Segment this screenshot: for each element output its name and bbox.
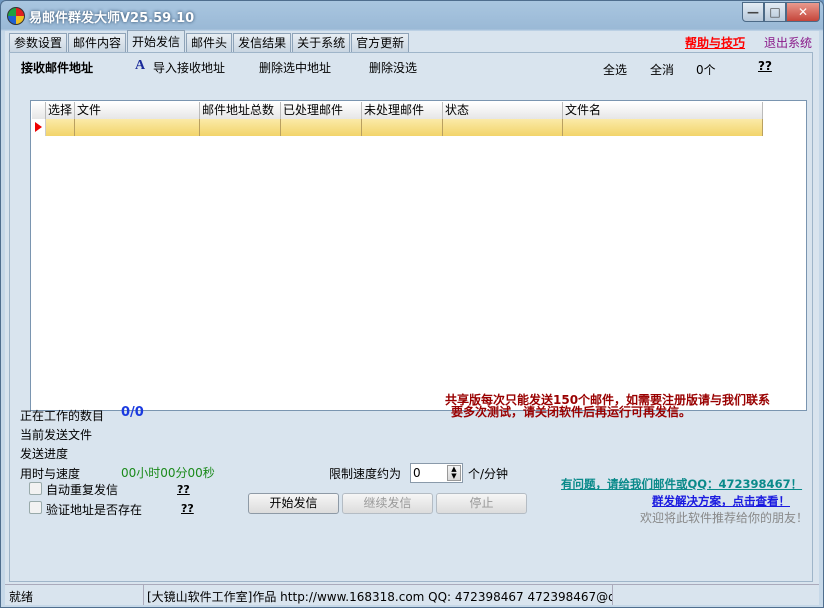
tab-settings[interactable]: 参数设置 <box>9 33 68 52</box>
solution-link[interactable]: 群发解决方案，点击查看！ <box>652 493 790 509</box>
status-info: [大镜山软件工作室]作品 http://www.168318.com QQ: 4… <box>147 590 612 604</box>
current-file-label: 当前发送文件 <box>20 428 93 442</box>
table-cell[interactable] <box>200 119 281 136</box>
close-button[interactable]: ✕ <box>786 2 820 22</box>
deselect-all-button[interactable]: 全消 <box>650 61 674 78</box>
column-header[interactable]: 文件名 <box>563 102 763 119</box>
maximize-button[interactable]: □ <box>764 2 786 22</box>
select-all-button[interactable]: 全选 <box>603 61 627 78</box>
table-row[interactable] <box>32 119 763 136</box>
tab-send-results[interactable]: 发信结果 <box>233 33 292 52</box>
column-header[interactable]: 状态 <box>443 102 563 119</box>
column-header[interactable]: 未处理邮件 <box>362 102 443 119</box>
delete-selected-button[interactable]: 删除选中地址 <box>259 59 331 76</box>
window-title: 易邮件群发大师V25.59.10 <box>29 11 195 26</box>
current-row-indicator-icon <box>32 119 46 136</box>
speed-limit-value: 0 <box>413 466 421 480</box>
recipients-label: 接收邮件地址 <box>21 61 94 75</box>
import-icon: A <box>135 58 146 73</box>
selected-count: 0个 <box>696 63 716 77</box>
main-window: 易邮件群发大师V25.59.10 — □ ✕ 参数设置 邮件内容 开始发信 邮件… <box>0 0 824 608</box>
import-button[interactable]: 导入接收地址 <box>153 59 225 76</box>
verify-address-checkbox[interactable] <box>29 501 42 514</box>
client-area: 参数设置 邮件内容 开始发信 邮件头 发信结果 关于系统 官方更新 帮助与技巧 … <box>5 30 819 605</box>
tab-updates[interactable]: 官方更新 <box>351 33 410 52</box>
column-header[interactable]: 文件 <box>75 102 200 119</box>
verify-address-help-link[interactable]: ?? <box>181 502 194 515</box>
status-bar: 就绪 [大镜山软件工作室]作品 http://www.168318.com QQ… <box>5 584 819 605</box>
working-count-label: 正在工作的数目 <box>20 409 105 423</box>
tab-mail-header[interactable]: 邮件头 <box>186 33 233 52</box>
tab-bar: 参数设置 邮件内容 开始发信 邮件头 发信结果 关于系统 官方更新 <box>9 30 410 52</box>
verify-address-label[interactable]: 验证地址是否存在 <box>46 501 142 518</box>
column-header[interactable]: 邮件地址总数 <box>200 102 281 119</box>
auto-repeat-help-link[interactable]: ?? <box>177 483 190 496</box>
auto-repeat-checkbox[interactable] <box>29 482 42 495</box>
elapsed-time-value: 00小时00分00秒 <box>121 466 215 480</box>
spinner-arrows-icon[interactable]: ▲ ▼ <box>447 465 461 481</box>
column-header[interactable]: 已处理邮件 <box>281 102 362 119</box>
toolbar-help-link[interactable]: ?? <box>758 59 772 73</box>
table-cell[interactable] <box>443 119 563 136</box>
speed-limit-input[interactable]: 0 ▲ ▼ <box>410 463 463 483</box>
table-cell[interactable] <box>75 119 200 136</box>
minimize-button[interactable]: — <box>742 2 764 22</box>
start-sending-button[interactable]: 开始发信 <box>248 493 339 514</box>
app-icon <box>7 7 25 25</box>
speed-limit-label: 限制速度约为 <box>329 467 402 481</box>
working-count-value: 0/0 <box>121 405 144 420</box>
tab-start-sending[interactable]: 开始发信 <box>127 30 186 52</box>
status-divider <box>143 585 144 605</box>
table-cell[interactable] <box>281 119 362 136</box>
auto-repeat-label[interactable]: 自动重复发信 <box>46 481 118 498</box>
continue-sending-button[interactable]: 继续发信 <box>342 493 433 514</box>
delete-unselected-button[interactable]: 删除没选 <box>369 59 417 76</box>
row-header-corner <box>32 102 46 119</box>
table-cell[interactable] <box>46 119 75 136</box>
time-speed-label: 用时与速度 <box>20 467 81 481</box>
column-header[interactable]: 选择 <box>46 102 75 119</box>
shareware-notice-line2: 要多次测试，请关闭软件后再运行可再发信。 <box>451 405 692 419</box>
tab-mail-content[interactable]: 邮件内容 <box>68 33 127 52</box>
address-grid[interactable]: 选择 文件 邮件地址总数 已处理邮件 未处理邮件 状态 文件名 <box>30 100 807 411</box>
send-panel: 接收邮件地址 A 导入接收地址 删除选中地址 删除没选 全选 全消 0个 ?? … <box>9 52 813 582</box>
progress-label: 发送进度 <box>20 447 69 461</box>
contact-qq-link[interactable]: 有问题，请给我们邮件或QQ：472398467！ <box>561 476 802 492</box>
stop-button[interactable]: 停止 <box>436 493 527 514</box>
table-cell[interactable] <box>563 119 763 136</box>
tab-about[interactable]: 关于系统 <box>292 33 351 52</box>
table-cell[interactable] <box>362 119 443 136</box>
recommend-text: 欢迎将此软件推荐给你的朋友！ <box>640 511 809 525</box>
status-divider <box>612 585 613 605</box>
grid-header: 选择 文件 邮件地址总数 已处理邮件 未处理邮件 状态 文件名 <box>32 102 763 119</box>
help-link[interactable]: 帮助与技巧 <box>685 34 745 51</box>
exit-link[interactable]: 退出系统 <box>764 34 812 51</box>
speed-unit-label: 个/分钟 <box>468 467 509 481</box>
status-state: 就绪 <box>9 590 34 604</box>
